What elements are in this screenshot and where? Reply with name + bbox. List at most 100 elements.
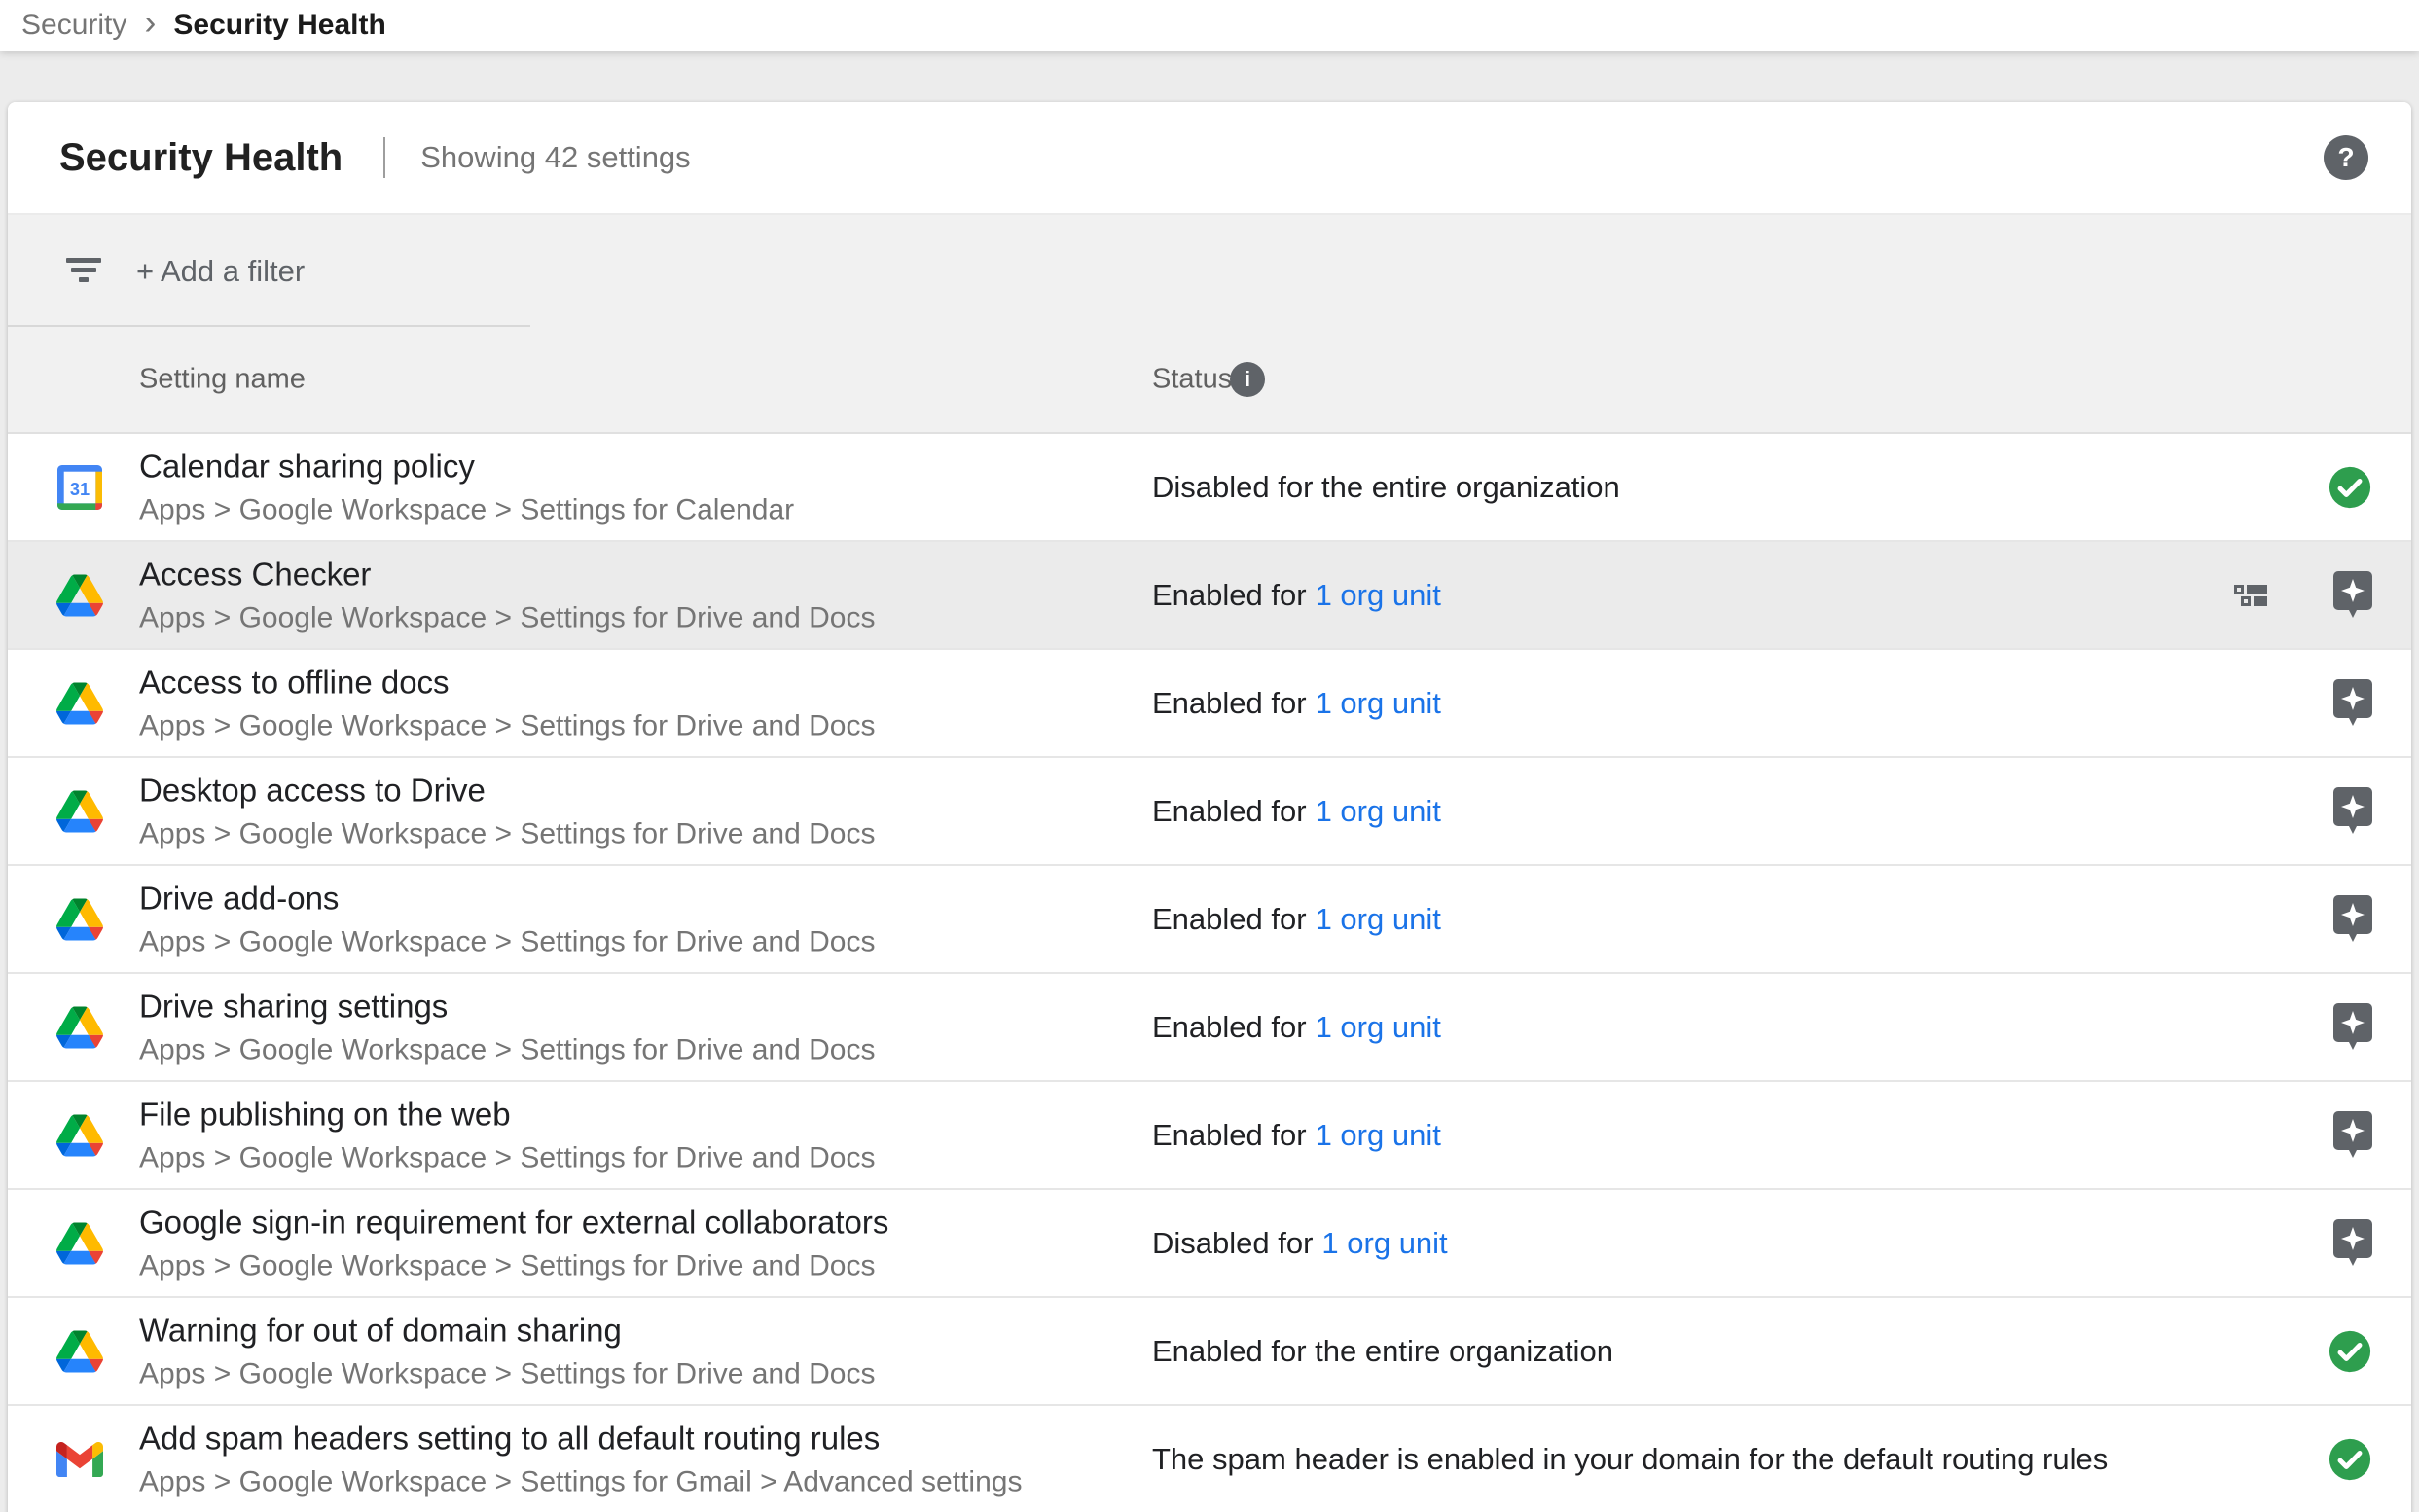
setting-path: Apps > Google Workspace > Settings for C… bbox=[139, 493, 794, 526]
recommendation-badge-icon[interactable] bbox=[2333, 787, 2372, 836]
table-body: 31 Calendar sharing policy Apps > Google… bbox=[8, 434, 2411, 1512]
setting-path: Apps > Google Workspace > Settings for D… bbox=[139, 1249, 888, 1282]
status-text: Enabled for bbox=[1152, 578, 1307, 612]
status-text: Enabled for bbox=[1152, 794, 1307, 828]
status-text: Enabled for bbox=[1152, 1010, 1307, 1044]
app-icon: 31 bbox=[55, 682, 104, 724]
recommendation-badge-icon[interactable] bbox=[2333, 1003, 2372, 1052]
setting-info: Google sign-in requirement for external … bbox=[139, 1204, 888, 1282]
setting-info: Add spam headers setting to all default … bbox=[139, 1420, 1022, 1498]
status-text: The spam header is enabled in your domai… bbox=[1152, 1442, 2108, 1476]
recommendation-badge-icon[interactable] bbox=[2333, 1219, 2372, 1268]
org-unit-link[interactable]: 1 org unit bbox=[1316, 1010, 1441, 1044]
table-row[interactable]: 31 Drive add-ons Apps > Google Workspace… bbox=[8, 866, 2411, 974]
filter-icon bbox=[64, 256, 103, 286]
svg-text:31: 31 bbox=[70, 480, 90, 499]
security-health-card: Security Health Showing 42 settings ? + … bbox=[8, 102, 2411, 1512]
page-title: Security Health bbox=[59, 136, 343, 180]
org-unit-link[interactable]: 1 org unit bbox=[1316, 794, 1441, 828]
status-cell: Enabled for 1 org unit bbox=[1152, 902, 1441, 937]
card-header: Security Health Showing 42 settings ? bbox=[8, 102, 2411, 215]
setting-name: Add spam headers setting to all default … bbox=[139, 1420, 1022, 1457]
drive-icon bbox=[56, 1222, 103, 1264]
setting-path: Apps > Google Workspace > Settings for D… bbox=[139, 817, 876, 850]
status-cell: Enabled for 1 org unit bbox=[1152, 686, 1441, 721]
setting-info: File publishing on the web Apps > Google… bbox=[139, 1096, 876, 1174]
table-row[interactable]: 31 Access to offline docs Apps > Google … bbox=[8, 650, 2411, 758]
setting-path: Apps > Google Workspace > Settings for D… bbox=[139, 1141, 876, 1174]
status-cell: Enabled for the entire organization bbox=[1152, 1334, 1613, 1369]
table-row[interactable]: 31 Drive sharing settings Apps > Google … bbox=[8, 974, 2411, 1082]
org-unit-link[interactable]: 1 org unit bbox=[1316, 1118, 1441, 1152]
setting-path: Apps > Google Workspace > Settings for D… bbox=[139, 925, 876, 958]
app-icon: 31 bbox=[55, 1006, 104, 1048]
drive-icon bbox=[56, 898, 103, 940]
drive-icon bbox=[56, 1006, 103, 1048]
setting-path: Apps > Google Workspace > Settings for D… bbox=[139, 1357, 876, 1390]
org-unit-link[interactable]: 1 org unit bbox=[1316, 578, 1441, 612]
recommendation-badge-icon[interactable] bbox=[2333, 895, 2372, 944]
org-units-indicator-icon bbox=[2234, 585, 2267, 606]
status-cell: Enabled for 1 org unit bbox=[1152, 1118, 1441, 1153]
recommendation-badge-icon[interactable] bbox=[2333, 571, 2372, 620]
setting-info: Desktop access to Drive Apps > Google Wo… bbox=[139, 772, 876, 850]
app-icon: 31 bbox=[55, 790, 104, 832]
column-header-setting-name: Setting name bbox=[139, 364, 306, 396]
drive-icon bbox=[56, 682, 103, 724]
setting-path: Apps > Google Workspace > Settings for G… bbox=[139, 1465, 1022, 1498]
setting-info: Access Checker Apps > Google Workspace >… bbox=[139, 556, 876, 634]
app-icon: 31 bbox=[55, 1330, 104, 1372]
org-unit-link[interactable]: 1 org unit bbox=[1316, 902, 1441, 936]
status-text: Disabled for bbox=[1152, 1226, 1313, 1260]
status-text: Enabled for bbox=[1152, 902, 1307, 936]
app-icon: 31 bbox=[55, 1222, 104, 1264]
status-text: Enabled for bbox=[1152, 686, 1307, 720]
recommendation-badge-icon[interactable] bbox=[2333, 679, 2372, 728]
breadcrumb-link-security[interactable]: Security bbox=[21, 9, 126, 42]
table-row[interactable]: 31 Warning for out of domain sharing App… bbox=[8, 1298, 2411, 1406]
info-icon[interactable]: i bbox=[1230, 362, 1265, 397]
breadcrumb-current: Security Health bbox=[173, 9, 385, 42]
table-row[interactable]: 31 File publishing on the web Apps > Goo… bbox=[8, 1082, 2411, 1190]
setting-info: Warning for out of domain sharing Apps >… bbox=[139, 1312, 876, 1390]
setting-info: Access to offline docs Apps > Google Wor… bbox=[139, 664, 876, 742]
table-row[interactable]: 31 Calendar sharing policy Apps > Google… bbox=[8, 434, 2411, 542]
setting-name: Drive add-ons bbox=[139, 880, 876, 917]
title-divider bbox=[383, 137, 385, 178]
status-ok-check-icon bbox=[2328, 1329, 2372, 1374]
setting-path: Apps > Google Workspace > Settings for D… bbox=[139, 601, 876, 634]
status-text: Disabled for the entire organization bbox=[1152, 470, 1620, 504]
table-row[interactable]: 31 Desktop access to Drive Apps > Google… bbox=[8, 758, 2411, 866]
status-text: Enabled for bbox=[1152, 1118, 1307, 1152]
setting-name: Calendar sharing policy bbox=[139, 448, 794, 485]
table-row[interactable]: 31 Add spam headers setting to all defau… bbox=[8, 1406, 2411, 1512]
setting-path: Apps > Google Workspace > Settings for D… bbox=[139, 709, 876, 742]
org-unit-link[interactable]: 1 org unit bbox=[1321, 1226, 1447, 1260]
add-filter-button[interactable]: + Add a filter bbox=[136, 254, 305, 289]
setting-info: Drive add-ons Apps > Google Workspace > … bbox=[139, 880, 876, 958]
status-text: Enabled for the entire organization bbox=[1152, 1334, 1613, 1368]
recommendation-badge-icon[interactable] bbox=[2333, 1111, 2372, 1160]
app-icon: 31 bbox=[55, 1114, 104, 1156]
status-cell: The spam header is enabled in your domai… bbox=[1152, 1442, 2108, 1477]
setting-name: Warning for out of domain sharing bbox=[139, 1312, 876, 1349]
drive-icon bbox=[56, 574, 103, 616]
table-row[interactable]: 31 Access Checker Apps > Google Workspac… bbox=[8, 542, 2411, 650]
settings-count: Showing 42 settings bbox=[420, 140, 690, 175]
setting-path: Apps > Google Workspace > Settings for D… bbox=[139, 1033, 876, 1066]
setting-info: Calendar sharing policy Apps > Google Wo… bbox=[139, 448, 794, 526]
table-header: Setting name Status i bbox=[8, 327, 2411, 434]
setting-name: Access Checker bbox=[139, 556, 876, 593]
org-unit-link[interactable]: 1 org unit bbox=[1316, 686, 1441, 720]
help-icon[interactable]: ? bbox=[2324, 135, 2368, 180]
setting-name: Drive sharing settings bbox=[139, 988, 876, 1025]
setting-name: Access to offline docs bbox=[139, 664, 876, 701]
setting-name: Google sign-in requirement for external … bbox=[139, 1204, 888, 1241]
table-row[interactable]: 31 Google sign-in requirement for extern… bbox=[8, 1190, 2411, 1298]
status-ok-check-icon bbox=[2328, 465, 2372, 510]
app-icon: 31 bbox=[55, 465, 104, 510]
status-cell: Enabled for 1 org unit bbox=[1152, 578, 1441, 613]
drive-icon bbox=[56, 790, 103, 832]
chevron-right-icon: › bbox=[144, 22, 156, 28]
column-header-status: Status bbox=[1152, 364, 1232, 396]
